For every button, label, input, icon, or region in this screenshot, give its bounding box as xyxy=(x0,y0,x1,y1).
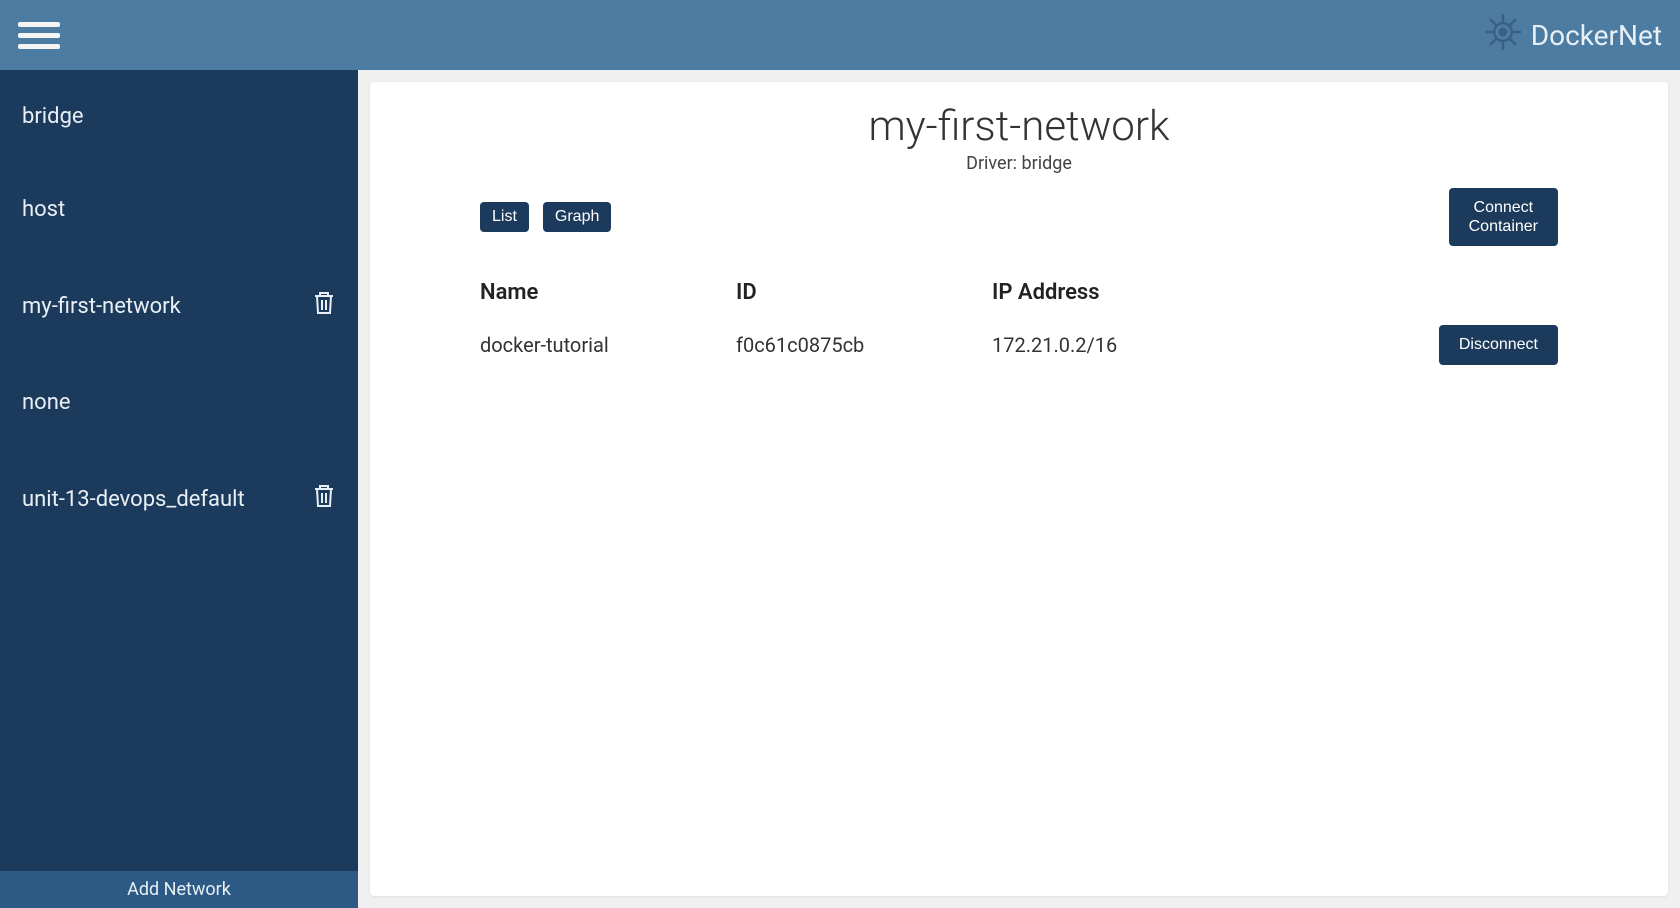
view-toggle-group: List Graph xyxy=(480,202,611,232)
cell-name: docker-tutorial xyxy=(480,333,736,357)
network-detail-panel: my-first-network Driver: bridge List Gra… xyxy=(370,82,1668,896)
sidebar-item-label: none xyxy=(22,390,71,415)
hamburger-bar xyxy=(18,22,60,27)
column-header-ip: IP Address xyxy=(992,280,1248,305)
cell-id: f0c61c0875cb xyxy=(736,333,992,357)
disconnect-button[interactable]: Disconnect xyxy=(1439,325,1558,364)
connect-container-button[interactable]: Connect Container xyxy=(1449,188,1558,246)
brand: DockerNet xyxy=(1483,12,1662,59)
sidebar-item-my-first-network[interactable]: my-first-network xyxy=(0,256,358,356)
network-driver-label: Driver: bridge xyxy=(370,153,1668,174)
sidebar: bridge host my-first-network xyxy=(0,70,358,908)
menu-toggle-button[interactable] xyxy=(18,14,60,57)
column-header-id: ID xyxy=(736,280,992,305)
sidebar-item-label: unit-13-devops_default xyxy=(22,487,245,512)
sidebar-item-host[interactable]: host xyxy=(0,163,358,256)
network-title: my-first-network xyxy=(370,102,1668,151)
hamburger-bar xyxy=(18,33,60,38)
sidebar-item-bridge[interactable]: bridge xyxy=(0,70,358,163)
trash-icon[interactable] xyxy=(312,483,336,515)
cell-action: Disconnect xyxy=(1248,325,1558,364)
sidebar-item-label: host xyxy=(22,197,65,222)
toolbar: List Graph Connect Container xyxy=(370,174,1668,246)
trash-icon[interactable] xyxy=(312,290,336,322)
ship-wheel-icon xyxy=(1483,12,1523,59)
table-row: docker-tutorial f0c61c0875cb 172.21.0.2/… xyxy=(480,315,1558,374)
hamburger-bar xyxy=(18,44,60,49)
sidebar-item-label: my-first-network xyxy=(22,294,181,319)
containers-table: Name ID IP Address docker-tutorial f0c61… xyxy=(370,246,1668,374)
table-header-row: Name ID IP Address xyxy=(480,270,1558,315)
cell-ip: 172.21.0.2/16 xyxy=(992,333,1248,357)
main-container: bridge host my-first-network xyxy=(0,70,1680,908)
network-list: bridge host my-first-network xyxy=(0,70,358,871)
list-view-button[interactable]: List xyxy=(480,202,529,232)
sidebar-item-label: bridge xyxy=(22,104,84,129)
add-network-button[interactable]: Add Network xyxy=(0,871,358,908)
sidebar-item-none[interactable]: none xyxy=(0,356,358,449)
brand-name: DockerNet xyxy=(1531,19,1662,52)
sidebar-item-unit-13-devops-default[interactable]: unit-13-devops_default xyxy=(0,449,358,549)
main-area: my-first-network Driver: bridge List Gra… xyxy=(358,70,1680,908)
column-header-name: Name xyxy=(480,280,736,305)
app-header: DockerNet xyxy=(0,0,1680,70)
graph-view-button[interactable]: Graph xyxy=(543,202,611,232)
